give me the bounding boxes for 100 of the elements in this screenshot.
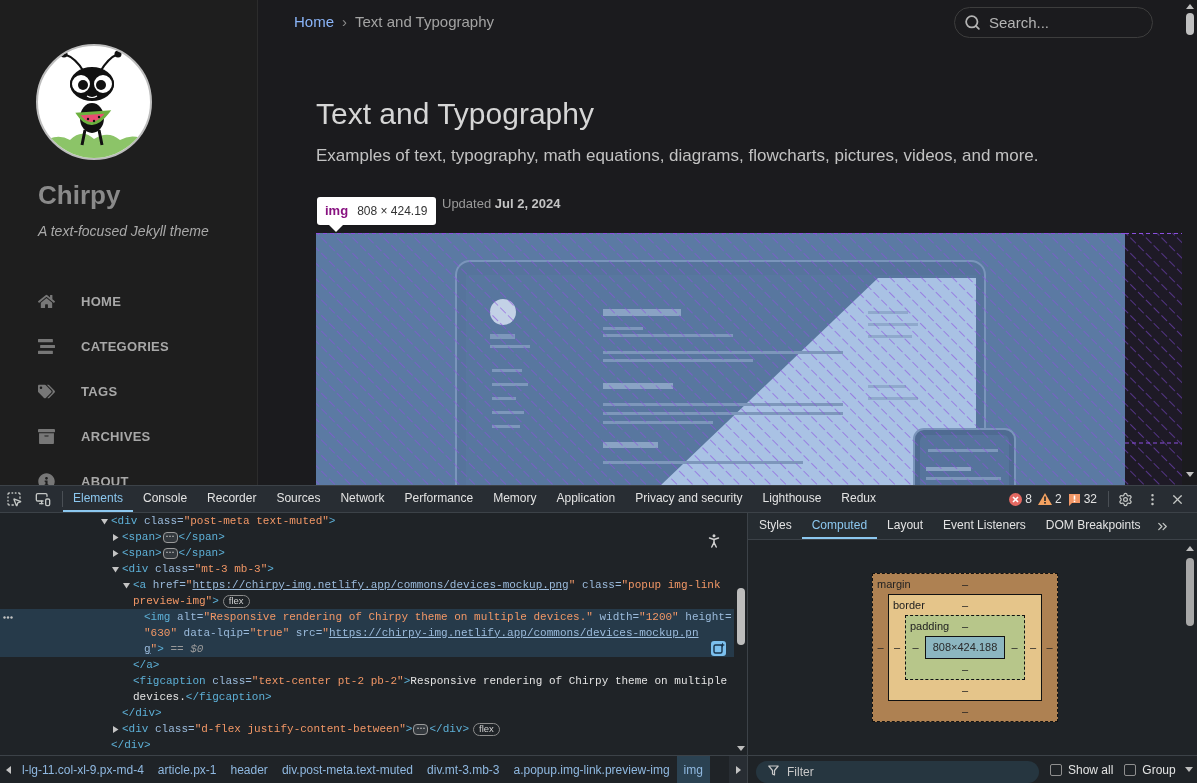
sidebar-tab[interactable]: Layout [877, 513, 934, 539]
scroll-left-icon[interactable] [6, 765, 11, 774]
attribute-value: " [185, 577, 193, 593]
box-label: border [893, 597, 925, 613]
more-dots-icon[interactable] [3, 616, 13, 619]
devices-mockup-drawing[interactable] [316, 233, 1125, 485]
settings-icon[interactable] [1118, 491, 1133, 507]
devtools-tab[interactable]: Console [133, 486, 198, 512]
attribute-value: "true" [249, 625, 290, 641]
attribute-value: " [568, 577, 576, 593]
breadcrumb-item[interactable]: a.popup.img-link.preview-img [506, 756, 677, 783]
devtools-tab[interactable]: Application [546, 486, 626, 512]
box-value: – [1045, 640, 1054, 656]
devtools-tab[interactable]: Redux [831, 486, 886, 512]
scrollbar[interactable] [1182, 0, 1197, 485]
breadcrumb-item[interactable]: header [223, 756, 275, 783]
caret-icon[interactable] [112, 533, 119, 541]
html-tag: </span> [178, 528, 225, 546]
html-tag: > [405, 720, 413, 738]
error-counter[interactable]: 8 [1009, 490, 1032, 508]
nav-link[interactable]: TAGS [36, 369, 257, 414]
devices-icon[interactable] [35, 491, 51, 507]
ellipsis-button[interactable]: ⋯ [162, 531, 178, 543]
scroll-down-icon[interactable] [1185, 472, 1194, 477]
attribute-value: " [150, 641, 158, 657]
nav-link[interactable]: ABOUT [36, 459, 257, 485]
selected-node-highlight[interactable]: <img alt="Responsive rendering of Chirpy theme on multiple devices." width="1200" height= "630" data-lqip="true" src="https://chirpy-img.netlify.app/commons/devices-mockup.pn g"> == $0 [0, 609, 734, 657]
breadcrumb-item[interactable]: l-lg-11.col-xl-9.px-md-4 [15, 756, 151, 783]
devtools-tab[interactable]: Memory [483, 486, 547, 512]
attribute-value: " [322, 625, 329, 641]
search-field[interactable]: Search... [954, 7, 1153, 38]
box-value: – [1010, 640, 1019, 656]
breadcrumb-item[interactable]: article.px-1 [150, 756, 224, 783]
warning-counter[interactable]: 2 [1037, 490, 1062, 508]
scrollbar-thumb[interactable] [1185, 558, 1194, 626]
attribute-name: data-lqip= [182, 625, 250, 641]
nav-link[interactable]: CATEGORIES [36, 324, 257, 369]
sparkle-icon[interactable] [711, 641, 726, 656]
checkbox[interactable] [1124, 763, 1137, 776]
scrollbar-thumb[interactable] [1185, 13, 1194, 35]
ant-avatar-drawing[interactable] [36, 44, 152, 160]
scroll-up-icon[interactable] [1185, 4, 1194, 9]
filter-field[interactable]: Filter [756, 760, 1039, 783]
scroll-right-button[interactable] [729, 756, 747, 783]
devtools-tab[interactable]: Lighthouse [752, 486, 832, 512]
html-tag: > [212, 592, 219, 610]
scroll-down-icon[interactable] [736, 746, 745, 751]
caret-icon[interactable] [112, 725, 119, 733]
breadcrumb-item[interactable]: div.post-meta.text-muted [274, 756, 421, 783]
devtools-tab[interactable]: Privacy and security [625, 486, 753, 512]
html-tag: > [157, 640, 164, 658]
inspect-icon[interactable] [6, 491, 22, 507]
box-value: – [961, 618, 969, 634]
attribute-value: "630" [144, 625, 177, 641]
attribute-name: src= [294, 625, 323, 641]
caret-icon[interactable] [112, 549, 119, 557]
code-line: </div> [122, 705, 162, 721]
html-tag: <span> [122, 528, 162, 546]
nav-link[interactable]: ARCHIVES [36, 414, 257, 459]
html-tag: </span> [178, 544, 225, 562]
home-icon [38, 293, 55, 310]
caret-icon[interactable] [101, 517, 108, 525]
issues-counter[interactable]: 32 [1067, 490, 1097, 508]
breadcrumb-item[interactable]: img [676, 756, 710, 783]
scroll-down-icon[interactable] [1185, 767, 1193, 772]
checkbox[interactable] [1050, 763, 1062, 776]
code-line: devices.</figcaption> [133, 689, 272, 705]
site-title[interactable]: Chirpy [38, 180, 257, 210]
attribute-value: "popup img-link [621, 577, 721, 593]
devtools-tab[interactable]: Performance [394, 486, 484, 512]
url-link[interactable]: https://chirpy-img.netlify.app/commons/devices-mockup.png [192, 576, 569, 594]
breadcrumb-separator: › [342, 12, 347, 33]
caret-icon[interactable] [123, 581, 130, 589]
sidebar-tab[interactable]: Event Listeners [933, 513, 1036, 539]
devtools-tab[interactable]: Sources [266, 486, 331, 512]
breadcrumb-link[interactable]: Home [294, 11, 334, 34]
box-value: – [961, 597, 969, 613]
ellipsis-button[interactable]: ⋯ [413, 723, 429, 735]
sidebar-tab[interactable]: DOM Breakpoints [1035, 513, 1151, 539]
breadcrumb-item[interactable]: div.mt-3.mb-3 [420, 756, 507, 783]
scroll-right-icon[interactable] [735, 765, 741, 774]
box-value: – [911, 640, 920, 656]
nav-link[interactable]: HOME [36, 279, 257, 324]
url-link[interactable]: https://chirpy-img.netlify.app/commons/devices-mockup.pn [328, 624, 699, 642]
url-link[interactable]: g [144, 640, 151, 658]
option-label[interactable]: Group [1142, 760, 1176, 779]
sidebar-tab[interactable]: Styles [749, 513, 802, 539]
attribute-name: class= [580, 577, 622, 593]
option-label[interactable]: Show all [1068, 760, 1114, 779]
ellipsis-button[interactable]: ⋯ [162, 547, 178, 559]
attribute-value: "d-flex justify-content-between" [194, 721, 406, 737]
devtools-tab[interactable]: Recorder [197, 486, 267, 512]
breadcrumb-current: Text and Typography [355, 12, 494, 33]
scrollbar-thumb[interactable] [736, 588, 745, 645]
scroll-up-icon[interactable] [1185, 546, 1194, 551]
bars-icon [38, 338, 55, 355]
code-line: <figcaption class="text-center pt-2 pb-2">Responsive rendering of Chirpy theme on multiple [133, 673, 728, 689]
devtools-tab[interactable]: Network [330, 486, 395, 512]
caret-icon[interactable] [112, 565, 119, 573]
attribute-name: class= [154, 721, 195, 737]
